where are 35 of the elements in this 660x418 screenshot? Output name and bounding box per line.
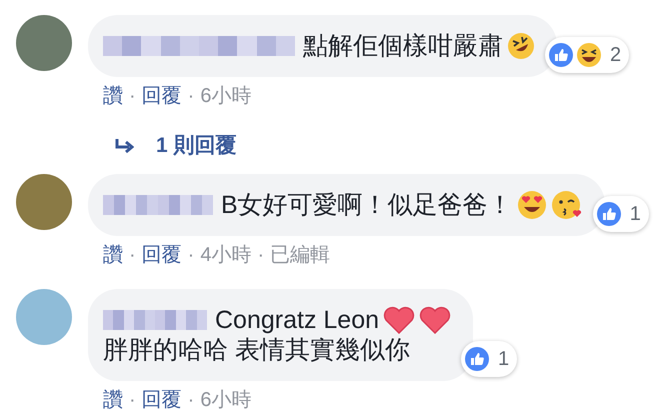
action-link[interactable]: 讚 [103,385,123,415]
thumbs-up-icon [464,346,490,372]
comment-text: B女好可愛啊！似足爸爸！ [221,190,513,220]
reaction-badge[interactable]: 2 [545,37,630,73]
meta-text: 6小時 [200,84,252,109]
heart-icon [419,306,452,334]
action-link[interactable]: 回覆 [142,240,182,270]
separator-dot: · [188,243,194,268]
action-link[interactable]: 讚 [103,240,123,270]
meta-text: 已編輯 [270,243,330,268]
meta-text: 6小時 [200,388,252,413]
heart-eyes-emoji-icon [516,190,547,220]
laughing-face-icon [576,42,602,68]
separator-dot: · [188,388,194,413]
separator-dot: · [188,84,194,109]
thumbs-up-icon [596,201,622,227]
action-link[interactable]: 讚 [103,81,123,111]
reaction-badge[interactable]: 1 [592,196,649,232]
heart-icon [383,306,416,334]
rolling-laughing-emoji-icon [507,32,535,60]
comment-text: 胖胖的哈哈 表情其實幾似你 [103,335,410,365]
reply-arrow-icon [114,138,134,154]
view-replies-link[interactable]: 1 則回覆 [114,133,237,159]
meta-text: 4小時 [200,243,252,268]
reaction-badge[interactable]: 1 [461,341,518,377]
comment-text: Congratz Leon [215,305,380,335]
action-link[interactable]: 回覆 [142,81,182,111]
separator-dot: · [129,388,136,413]
action-link[interactable]: 回覆 [142,385,182,415]
kissing-face-emoji-icon [550,190,583,220]
comment-text: 點解佢個樣咁嚴肅 [303,31,503,61]
separator-dot: · [129,243,136,268]
thumbs-up-icon [548,42,574,68]
separator-dot: · [257,243,264,268]
separator-dot: · [129,84,136,109]
